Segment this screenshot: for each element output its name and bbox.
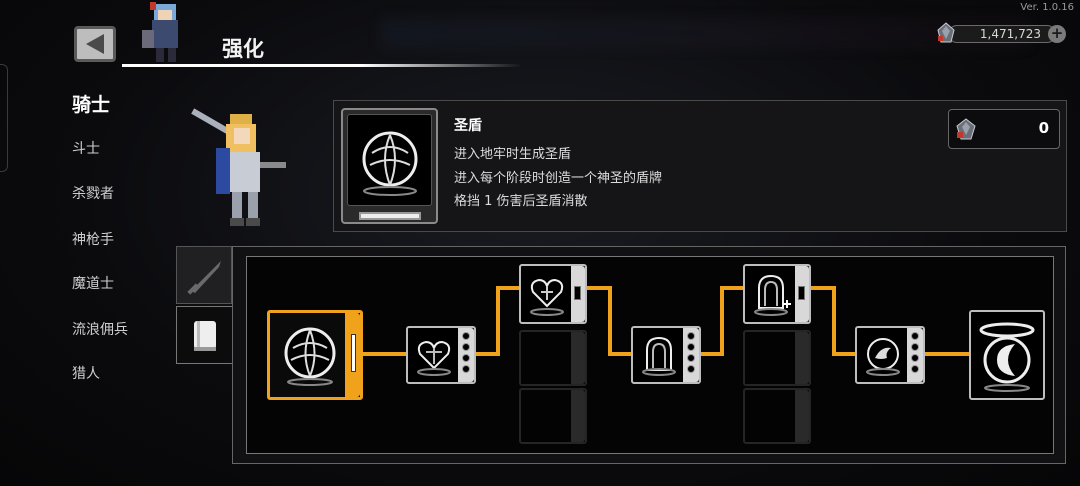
class-item-hunter[interactable]: 猎人 xyxy=(72,363,100,383)
class-item-slayer[interactable]: 杀戮者 xyxy=(72,183,114,203)
arch-shield-icon xyxy=(642,336,676,376)
skill-desc-line-2: 进入每个阶段时创造一个神圣的盾牌 xyxy=(454,171,663,186)
tree-connector xyxy=(922,352,972,356)
class-item-knight[interactable]: 骑士 xyxy=(72,90,110,117)
skill-info-panel: 圣盾 进入地牢时生成圣盾 进入每个阶段时创造一个神圣的盾牌 格挡 1 伤害后圣盾… xyxy=(333,100,1067,232)
tree-connector xyxy=(720,286,724,356)
tree-connector xyxy=(810,286,834,290)
title-underline xyxy=(122,64,522,67)
tree-connector xyxy=(496,286,500,356)
back-arrow-icon xyxy=(86,34,104,54)
class-item-gunner[interactable]: 神枪手 xyxy=(72,229,114,249)
knight-character-sprite xyxy=(191,108,286,226)
holy-shield-icon xyxy=(284,327,336,386)
tree-connector xyxy=(608,352,632,356)
tree-connector xyxy=(496,286,520,290)
currency-display: 1,471,723 + xyxy=(936,22,1066,44)
version-label: Ver. 1.0.16 xyxy=(1020,2,1074,13)
heart-shield-icon xyxy=(530,278,564,316)
skill-name: 圣盾 xyxy=(454,118,482,134)
background-blur xyxy=(380,18,1030,48)
sword-icon xyxy=(187,261,221,295)
add-currency-button[interactable]: + xyxy=(1048,25,1066,43)
dove-shield-icon xyxy=(866,338,900,376)
tree-connector xyxy=(720,286,744,290)
arch-shield-plus-icon xyxy=(754,274,791,316)
skill-cost: 0 xyxy=(948,109,1060,149)
page-title: 强化 xyxy=(222,37,264,61)
side-drawer-handle[interactable] xyxy=(0,64,8,172)
tree-connector xyxy=(474,352,498,356)
character-avatar xyxy=(142,2,178,62)
skill-icon-frame xyxy=(341,108,438,224)
tree-connector xyxy=(698,352,722,356)
class-item-mercenary[interactable]: 流浪佣兵 xyxy=(72,319,128,339)
tab-weapon[interactable] xyxy=(176,246,232,304)
currency-amount: 1,471,723 xyxy=(948,25,1056,43)
skill-desc-line-3: 格挡 1 伤害后圣盾消散 xyxy=(454,194,588,209)
tree-connector xyxy=(832,286,836,356)
tab-skills[interactable] xyxy=(176,306,234,364)
halo-shield-icon xyxy=(979,322,1035,392)
crystal-icon xyxy=(956,118,976,140)
tree-connector xyxy=(586,286,610,290)
skill-cost-value: 0 xyxy=(1038,119,1049,137)
tree-connector xyxy=(362,352,408,356)
class-item-fighter[interactable]: 斗士 xyxy=(72,138,100,158)
heart-shield-icon xyxy=(417,340,451,376)
crystal-icon xyxy=(937,22,955,43)
skill-desc-line-1: 进入地牢时生成圣盾 xyxy=(454,147,572,162)
holy-shield-icon xyxy=(362,131,418,196)
tree-connector xyxy=(608,286,612,356)
book-icon xyxy=(194,321,216,351)
class-item-mage[interactable]: 魔道士 xyxy=(72,273,114,293)
back-button[interactable] xyxy=(74,26,116,62)
tree-connector xyxy=(832,352,856,356)
